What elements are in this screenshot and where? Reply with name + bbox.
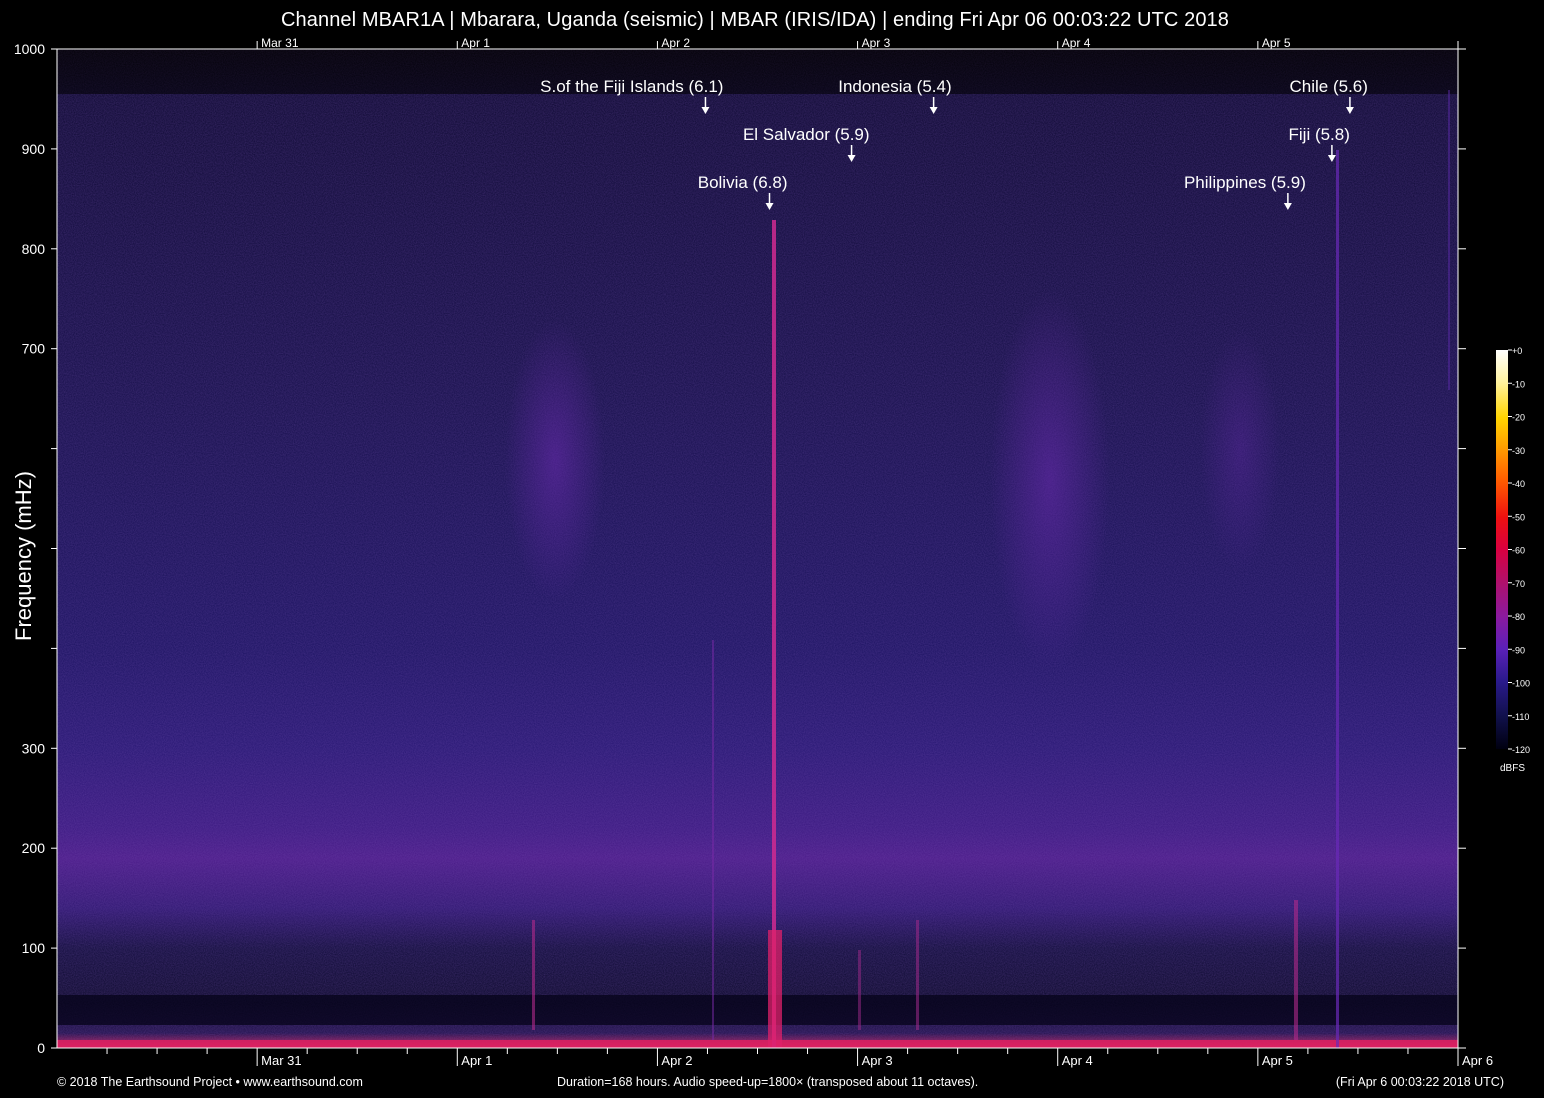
- footer-timestamp: (Fri Apr 6 00:03:22 2018 UTC): [1335, 1075, 1504, 1089]
- colorbar-tick-label: -10: [1512, 379, 1525, 389]
- colorbar-tick-label: -120: [1512, 745, 1530, 755]
- zero-freq-line: [57, 1040, 1458, 1048]
- colorbar-tick-label: -50: [1512, 512, 1525, 522]
- colorbar-tick-label: -100: [1512, 679, 1530, 689]
- y-tick-label: 100: [22, 940, 46, 956]
- event-label: S.of the Fiji Islands (6.1): [540, 77, 723, 96]
- plot-area: [56, 48, 1459, 1049]
- event-label: El Salvador (5.9): [743, 125, 870, 144]
- y-tick-label: 1000: [14, 41, 45, 57]
- colorbar-tick-label: -60: [1512, 546, 1525, 556]
- quake-streak-fiji: [1336, 150, 1339, 1048]
- y-tick-label: 200: [22, 840, 46, 856]
- energy-plume: [505, 320, 605, 600]
- quake-streak-bolivia-base: [768, 930, 782, 1048]
- x-tick-label-top: Apr 5: [1262, 36, 1291, 50]
- spectrogram-chart: 0 100 200 300 700 800 900 1000 Mar 31 Mar 31 Apr …: [11, 36, 1530, 1068]
- event-label: Fiji (5.8): [1289, 125, 1350, 144]
- quake-streak-minor: [858, 950, 861, 1030]
- event-label: Indonesia (5.4): [838, 77, 951, 96]
- event-label: Chile (5.6): [1290, 77, 1368, 96]
- energy-plume: [1200, 330, 1280, 570]
- low-freq-dark-band: [57, 995, 1458, 1025]
- quake-streak-minor: [532, 920, 535, 1030]
- colorbar: +0 -10 -20 -30 -40 -50 -60 -70 -80 -90 -100 -110 -12…: [1496, 346, 1530, 774]
- colorbar-tick-label: -40: [1512, 479, 1525, 489]
- quake-streak-minor: [712, 640, 714, 1040]
- x-tick-label-top: Apr 4: [1062, 36, 1091, 50]
- colorbar-tick-label: +0: [1512, 346, 1522, 356]
- quake-streak-minor: [1294, 900, 1298, 1040]
- energy-plume: [990, 290, 1110, 670]
- x-tick-label-bottom: Apr 4: [1062, 1053, 1093, 1068]
- colorbar-tick-label: -30: [1512, 446, 1525, 456]
- x-tick-label-bottom: Apr 5: [1262, 1053, 1293, 1068]
- y-tick-label: 800: [22, 241, 46, 257]
- quake-streak-minor: [1448, 90, 1450, 390]
- x-tick-label-top: Mar 31: [261, 36, 299, 50]
- footer-duration: Duration=168 hours. Audio speed-up=1800×…: [557, 1075, 979, 1089]
- x-tick-label-bottom: Apr 2: [661, 1053, 692, 1068]
- quake-streak-minor: [916, 920, 919, 1030]
- y-axis-label: Frequency (mHz): [11, 471, 36, 641]
- y-tick-label: 300: [22, 740, 46, 756]
- colorbar-unit: dBFS: [1500, 763, 1525, 774]
- x-tick-label-top: Apr 2: [661, 36, 690, 50]
- top-dark-band: [57, 49, 1458, 94]
- y-tick-label: 900: [22, 141, 46, 157]
- x-tick-label-bottom: Mar 31: [261, 1053, 301, 1068]
- x-tick-label-bottom: Apr 3: [862, 1053, 893, 1068]
- event-label: Bolivia (6.8): [698, 173, 788, 192]
- y-tick-label: 0: [37, 1040, 45, 1056]
- colorbar-tick-label: -70: [1512, 579, 1525, 589]
- colorbar-tick-label: -20: [1512, 413, 1525, 423]
- colorbar-tick-label: -90: [1512, 645, 1525, 655]
- x-tick-label-top: Apr 3: [862, 36, 891, 50]
- event-label: Philippines (5.9): [1184, 173, 1306, 192]
- y-tick-label: 700: [22, 341, 46, 357]
- colorbar-tick-label: -80: [1512, 612, 1525, 622]
- quake-streak-bolivia: [772, 220, 776, 1048]
- footer-copyright: © 2018 The Earthsound Project • www.eart…: [57, 1075, 363, 1089]
- x-tick-label-bottom: Apr 6: [1462, 1053, 1493, 1068]
- x-tick-label-bottom: Apr 1: [461, 1053, 492, 1068]
- colorbar-tick-label: -110: [1512, 712, 1529, 722]
- colorbar-scale: [1496, 350, 1508, 749]
- x-tick-label-top: Apr 1: [461, 36, 490, 50]
